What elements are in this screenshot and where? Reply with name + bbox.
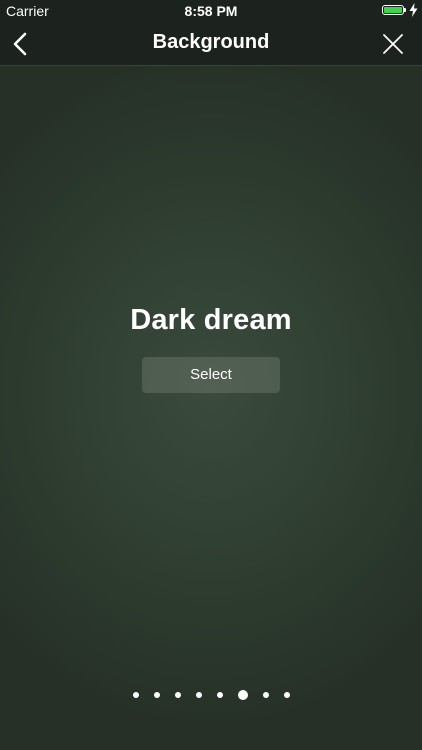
- close-button[interactable]: [380, 31, 406, 57]
- background-picker-screen: Carrier 8:58 PM Background Dark dream Se…: [0, 0, 422, 750]
- page-dot[interactable]: [174, 692, 181, 698]
- navigation-bar: Background: [0, 22, 422, 66]
- status-time: 8:58 PM: [184, 3, 238, 19]
- battery-level: [384, 7, 402, 13]
- battery-icon: [382, 5, 406, 15]
- back-button[interactable]: [6, 28, 38, 60]
- select-button[interactable]: Select: [142, 357, 280, 393]
- page-indicator[interactable]: [0, 689, 422, 701]
- close-icon: [383, 34, 403, 54]
- page-dot[interactable]: [195, 692, 202, 698]
- page-dot[interactable]: [153, 692, 160, 698]
- page-dot[interactable]: [283, 692, 290, 698]
- page-dot[interactable]: [216, 692, 223, 698]
- battery-cap: [404, 8, 406, 12]
- page-dot-active[interactable]: [237, 690, 248, 700]
- status-bar: Carrier 8:58 PM: [0, 0, 422, 22]
- charging-bolt-icon: [409, 3, 418, 17]
- chevron-left-icon: [13, 32, 27, 56]
- page-dot[interactable]: [262, 692, 269, 698]
- page-dot[interactable]: [132, 692, 139, 698]
- background-name: Dark dream: [130, 304, 292, 336]
- page-title: Background: [152, 31, 270, 53]
